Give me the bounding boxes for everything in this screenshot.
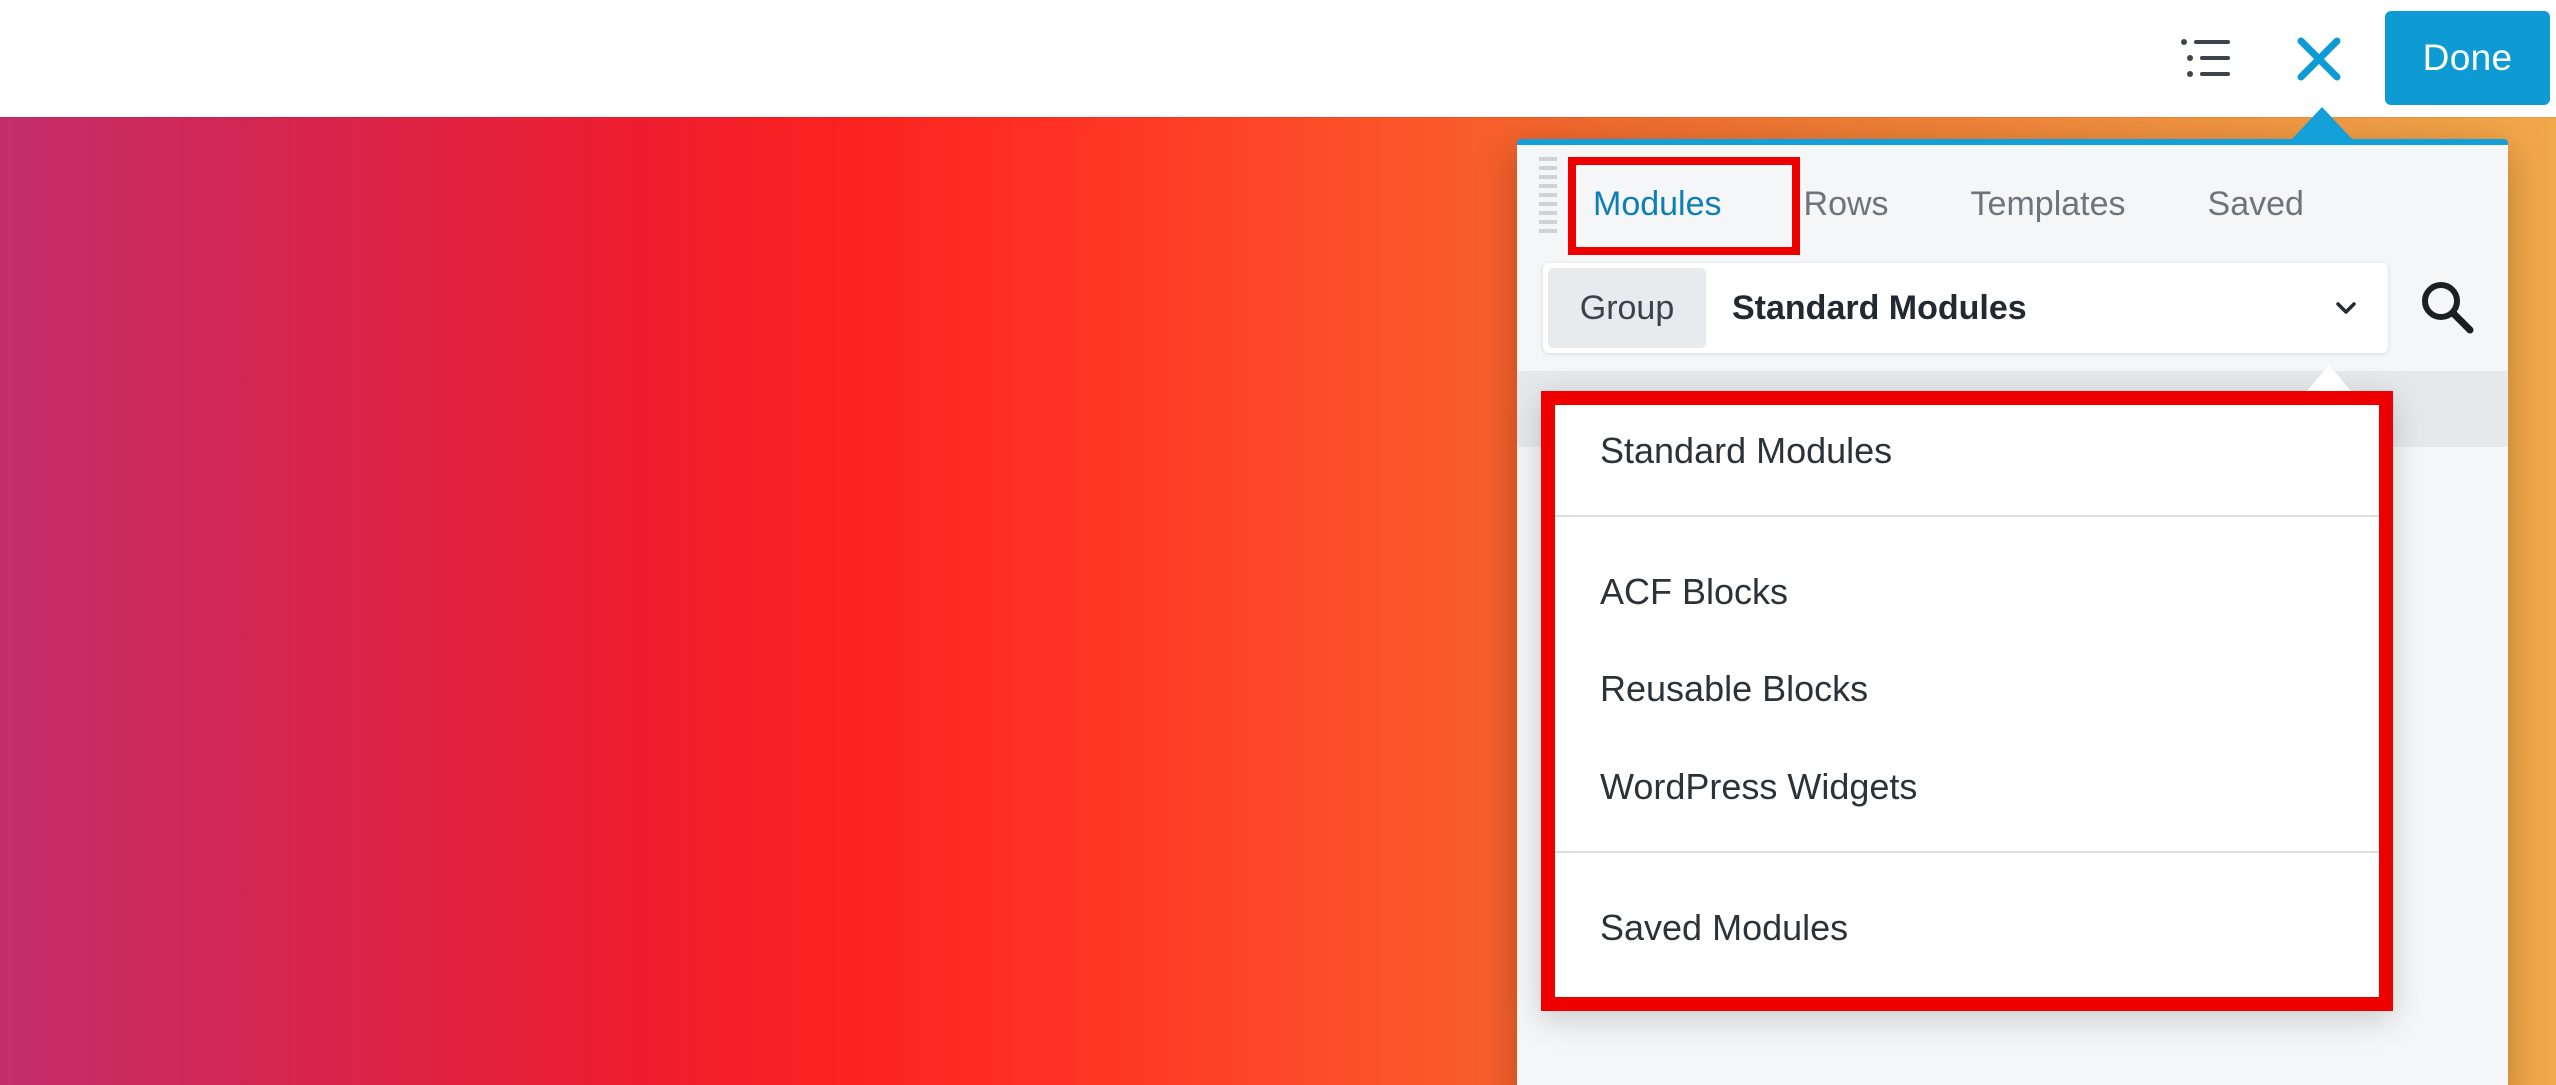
group-selected-value: Standard Modules [1732,288,2027,327]
dropdown-item-saved-modules[interactable]: Saved Modules [1600,907,1848,949]
chevron-down-icon [2334,296,2358,320]
tab-templates[interactable]: Templates [1945,159,2152,249]
group-label: Group [1548,268,1706,348]
panel-caret [2292,107,2352,139]
dropdown-item-wordpress-widgets[interactable]: WordPress Widgets [1600,766,1917,808]
done-button[interactable]: Done [2385,11,2550,105]
group-dropdown-list: Standard Modules ACF Blocks Reusable Blo… [1541,391,2393,1011]
dropdown-divider [1555,515,2379,517]
dropdown-item-standard-modules[interactable]: Standard Modules [1600,430,1892,472]
panel-tabs: Modules Rows Templates Saved [1567,159,2360,249]
dropdown-item-acf-blocks[interactable]: ACF Blocks [1600,571,1788,613]
tab-saved[interactable]: Saved [2182,159,2330,249]
content-panel: Modules Rows Templates Saved Group Stand… [1517,139,2508,1085]
group-select[interactable]: Standard Modules [1706,263,2388,353]
group-selector: Group Standard Modules [1543,263,2388,353]
dropdown-divider [1555,851,2379,853]
tab-modules[interactable]: Modules [1567,159,1748,249]
close-icon[interactable] [2290,30,2348,88]
dropdown-caret [2307,365,2351,391]
tab-rows[interactable]: Rows [1778,159,1915,249]
dropdown-item-reusable-blocks[interactable]: Reusable Blocks [1600,668,1868,710]
drag-handle[interactable] [1539,157,1557,237]
outline-list-icon[interactable] [2178,34,2234,82]
search-icon[interactable] [2415,275,2479,339]
top-toolbar: Done [0,0,2556,117]
